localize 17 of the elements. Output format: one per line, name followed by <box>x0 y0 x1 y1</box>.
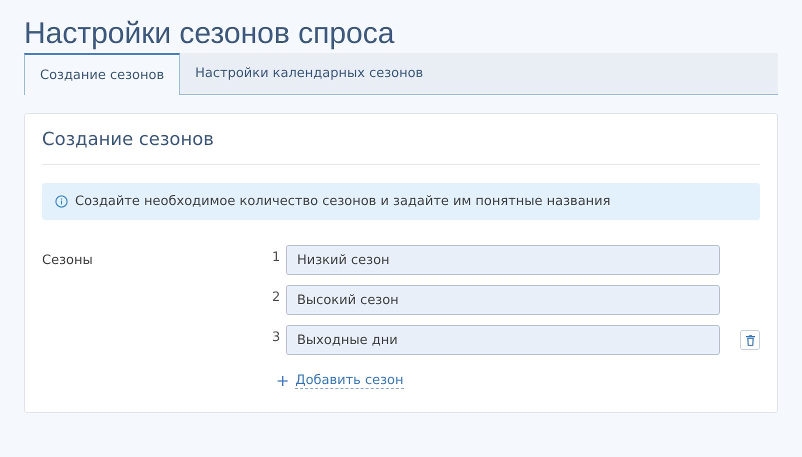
trash-icon <box>746 334 754 346</box>
input-field[interactable]: Высокий сезон <box>286 285 720 315</box>
info-text: Создайте необходимое количество сезонов и задайте им понятные названия <box>75 194 610 209</box>
plus-icon[interactable]: + <box>276 371 290 390</box>
info-icon <box>55 195 68 208</box>
input-field[interactable]: Низкий сезон <box>286 245 720 275</box>
tab[interactable]: Настройки календарных сезонов <box>180 53 438 94</box>
row-number: 3 <box>272 329 282 345</box>
page-title: Настройки сезонов спроса <box>24 16 396 52</box>
section-title: Создание сезонов <box>42 128 215 152</box>
delete-button[interactable] <box>740 330 760 350</box>
input-field[interactable]: Выходные дни <box>286 325 720 355</box>
tab[interactable]: Создание сезонов <box>24 53 180 95</box>
add-season-link[interactable]: Добавить сезон <box>295 372 404 388</box>
row-number: 2 <box>272 289 282 305</box>
row-number: 1 <box>272 249 282 265</box>
field-label: Сезоны <box>42 252 94 270</box>
